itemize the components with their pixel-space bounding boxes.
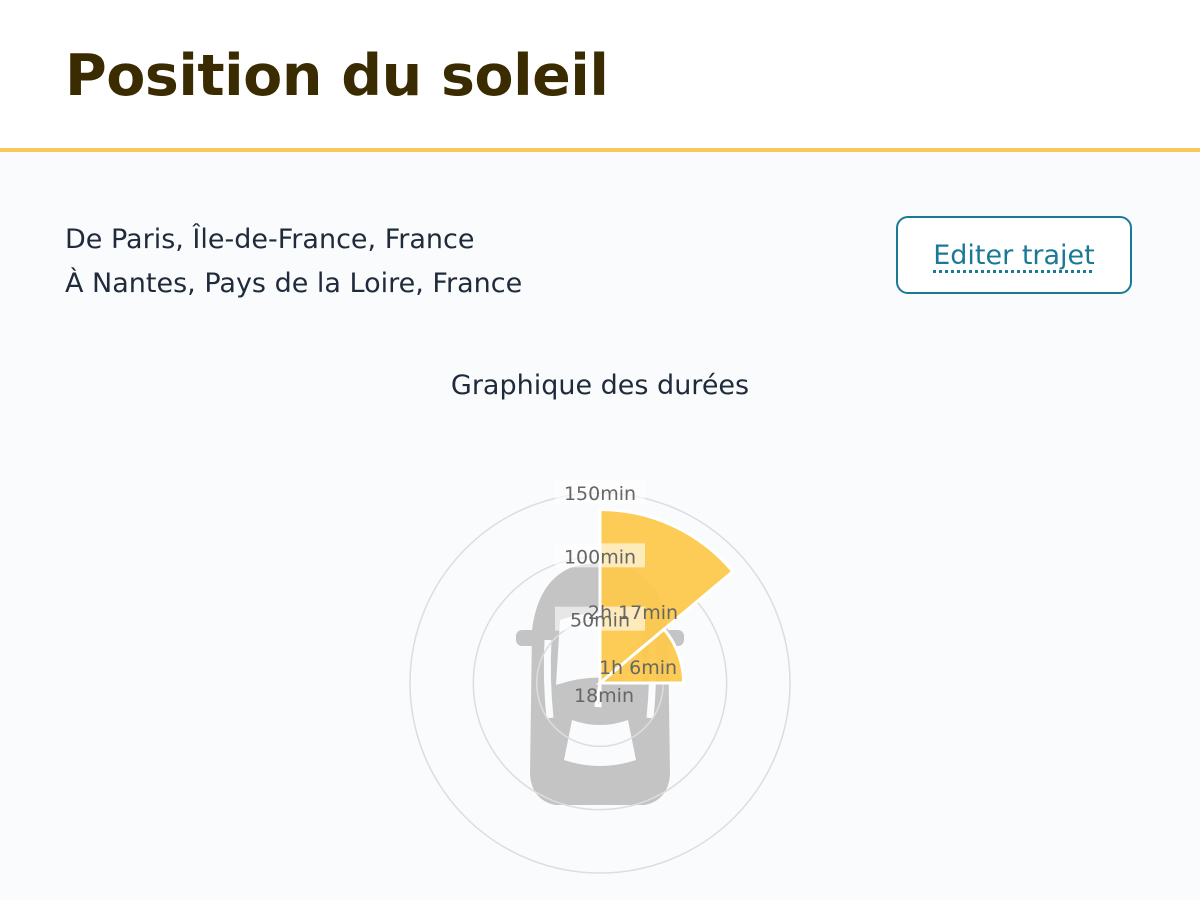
edit-route-button[interactable]: Editer trajet: [896, 216, 1132, 294]
route-destination: À Nantes, Pays de la Loire, France: [65, 268, 523, 299]
sector-label-2: 18min: [574, 685, 634, 707]
chart-title: Graphique des durées: [450, 370, 750, 401]
tick-label-2: 150min: [564, 483, 636, 505]
sector-label-0: 2h 17min: [588, 602, 678, 624]
tick-label-1: 100min: [564, 546, 636, 568]
sector-label-1: 1h 6min: [599, 657, 677, 679]
duration-chart: 50min 100min 150min 2h 17min 1h 6min 18min: [400, 470, 800, 894]
route-summary: De Paris, Île-de-France, France À Nantes…: [65, 218, 522, 306]
page-header: Position du soleil: [0, 0, 1200, 152]
route-origin: De Paris, Île-de-France, France: [65, 224, 475, 255]
duration-polar-chart: 50min100min150min 2h 17min1h 6min18min: [409, 480, 791, 874]
page-title: Position du soleil: [65, 43, 609, 109]
edit-route-button-label: Editer trajet: [933, 239, 1095, 271]
